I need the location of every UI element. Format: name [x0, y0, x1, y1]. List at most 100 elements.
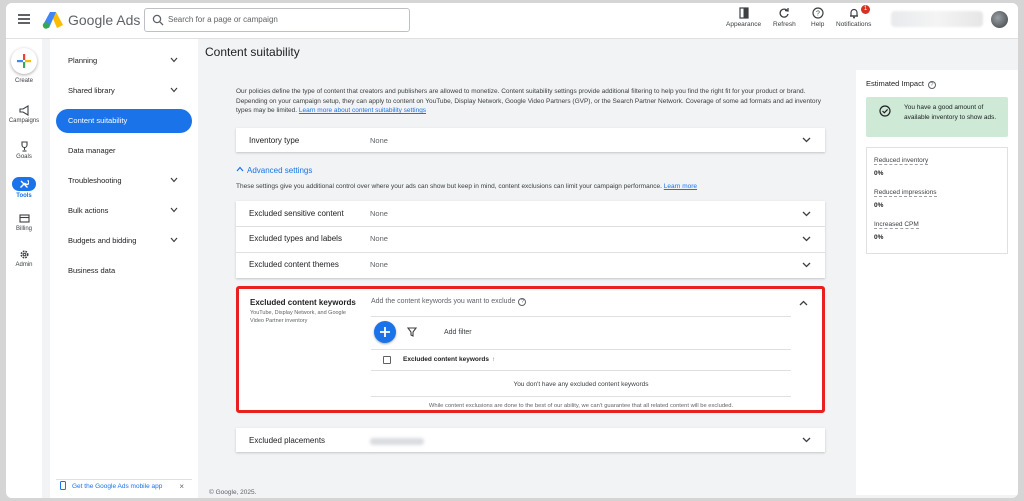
- footer-copyright: © Google, 2025.: [209, 489, 257, 496]
- reduced-inventory-value: 0%: [874, 170, 884, 177]
- advanced-settings-toggle[interactable]: Advanced settings: [236, 166, 312, 175]
- help-icon[interactable]: ?: [518, 298, 527, 306]
- nav-item-budgets-and-bidding[interactable]: Budgets and bidding: [56, 229, 192, 253]
- chevron-down-icon: [802, 262, 811, 268]
- add-filter-button[interactable]: Add filter: [444, 329, 472, 336]
- app-name: Google Ads: [68, 12, 141, 28]
- keywords-column-header[interactable]: Excluded content keywords ↑: [403, 356, 495, 363]
- help-label: Help: [811, 21, 825, 28]
- rail-admin[interactable]: Admin: [6, 249, 42, 268]
- account-info[interactable]: [891, 11, 983, 27]
- chevron-down-icon: [802, 236, 811, 242]
- top-bar: Google Ads Search for a page or campaign…: [6, 3, 1018, 39]
- add-keyword-button[interactable]: [374, 321, 396, 343]
- chevron-down-icon: [170, 87, 178, 93]
- learn-more-suitability-link[interactable]: Learn more about content suitability set…: [299, 107, 426, 114]
- row-value: None: [370, 234, 388, 243]
- rail-tools[interactable]: Tools: [6, 177, 42, 199]
- bell-icon: [849, 8, 858, 19]
- excluded-sensitive-content-row[interactable]: Excluded sensitive content None: [236, 201, 825, 226]
- nav-item-label: Bulk actions: [68, 206, 109, 215]
- close-icon[interactable]: ×: [179, 480, 184, 494]
- help-icon[interactable]: ?: [927, 81, 936, 89]
- chevron-down-icon: [802, 137, 811, 143]
- learn-more-link[interactable]: Learn more: [664, 183, 697, 190]
- inventory-status-banner: You have a good amount of available inve…: [866, 97, 1008, 137]
- row-value: None: [370, 136, 388, 145]
- placements-value-blurred: [370, 438, 424, 445]
- appearance-label: Appearance: [726, 21, 762, 28]
- reduced-impressions-label[interactable]: Reduced impressions: [874, 189, 937, 197]
- menu-icon[interactable]: [18, 14, 30, 24]
- rail-create-label: Create: [14, 78, 33, 84]
- chevron-down-icon: [170, 177, 178, 183]
- excluded-placements-row[interactable]: Excluded placements: [236, 428, 825, 452]
- chevron-down-icon: [802, 437, 811, 443]
- search-placeholder: Search for a page or campaign: [168, 15, 278, 24]
- impact-title-text: Estimated Impact: [866, 79, 924, 88]
- help-button[interactable]: ? Help: [811, 7, 824, 28]
- create-button[interactable]: [11, 48, 37, 74]
- nav-item-content-suitability[interactable]: Content suitability: [56, 109, 192, 133]
- reduced-impressions-value: 0%: [874, 202, 884, 209]
- nav-item-planning[interactable]: Planning: [56, 49, 192, 73]
- google-ads-logo-icon: [42, 12, 63, 29]
- rail-tools-label: Tools: [16, 193, 32, 199]
- row-label: Excluded types and labels: [249, 234, 342, 243]
- check-circle-icon: [879, 105, 891, 117]
- divider: [371, 349, 791, 350]
- select-all-checkbox[interactable]: [383, 356, 391, 364]
- plus-icon: [380, 327, 390, 337]
- refresh-icon: [779, 8, 790, 18]
- increased-cpm-label[interactable]: Increased CPM: [874, 221, 919, 229]
- filter-icon[interactable]: [407, 327, 417, 337]
- rail-campaigns[interactable]: Campaigns: [6, 105, 42, 124]
- inventory-type-row[interactable]: Inventory type None: [236, 128, 825, 152]
- advanced-settings-label: Advanced settings: [247, 166, 313, 175]
- intro-text: Our policies define the type of content …: [236, 87, 826, 116]
- page-title: Content suitability: [205, 45, 300, 59]
- rail-goals-label: Goals: [16, 154, 32, 160]
- mobile-app-banner[interactable]: Get the Google Ads mobile app ×: [56, 479, 192, 493]
- excluded-types-and-labels-row[interactable]: Excluded types and labels None: [236, 227, 825, 252]
- search-input[interactable]: Search for a page or campaign: [144, 8, 410, 32]
- rail-campaigns-label: Campaigns: [8, 118, 40, 124]
- refresh-button[interactable]: Refresh: [773, 7, 796, 28]
- plus-icon: [17, 54, 31, 68]
- chevron-up-icon: [236, 166, 244, 172]
- impact-metrics: Reduced inventory 0% Reduced impressions…: [866, 147, 1008, 254]
- nav-item-shared-library[interactable]: Shared library: [56, 79, 192, 103]
- phone-icon: [60, 481, 66, 490]
- side-nav: Planning Shared library Content suitabil…: [50, 39, 198, 498]
- reduced-inventory-label[interactable]: Reduced inventory: [874, 157, 929, 165]
- rail-admin-label: Admin: [15, 262, 33, 268]
- appearance-button[interactable]: Appearance: [726, 7, 761, 28]
- exclusions-group: Excluded sensitive content None Excluded…: [236, 201, 825, 278]
- megaphone-icon: [18, 105, 29, 116]
- nav-item-label: Business data: [68, 266, 116, 275]
- nav-item-label: Troubleshooting: [68, 176, 122, 185]
- nav-item-label: Budgets and bidding: [68, 236, 137, 245]
- excluded-content-themes-row[interactable]: Excluded content themes None: [236, 253, 825, 278]
- appearance-icon: [738, 7, 749, 19]
- nav-item-business-data[interactable]: Business data: [56, 259, 192, 283]
- chevron-down-icon: [802, 211, 811, 217]
- avatar[interactable]: [991, 11, 1008, 28]
- nav-item-label: Planning: [68, 56, 98, 65]
- nav-item-label: Content suitability: [68, 116, 128, 125]
- nav-item-troubleshooting[interactable]: Troubleshooting: [56, 169, 192, 193]
- chevron-down-icon: [170, 207, 178, 213]
- rail-billing[interactable]: Billing: [6, 213, 42, 232]
- rail-goals[interactable]: Goals: [6, 141, 42, 160]
- credit-card-icon: [18, 214, 30, 223]
- nav-item-data-manager[interactable]: Data manager: [56, 139, 192, 163]
- advanced-settings-description: These settings give you additional contr…: [236, 183, 826, 190]
- gear-icon: [19, 250, 29, 259]
- row-value: None: [370, 209, 388, 218]
- left-rail: Create Campaigns Goals Tools Billing Adm…: [6, 39, 42, 498]
- keywords-prompt-text: Add the content keywords you want to exc…: [371, 298, 516, 305]
- row-label: Excluded sensitive content: [249, 209, 344, 218]
- chevron-up-icon[interactable]: [799, 300, 808, 306]
- nav-item-bulk-actions[interactable]: Bulk actions: [56, 199, 192, 223]
- row-value: None: [370, 260, 388, 269]
